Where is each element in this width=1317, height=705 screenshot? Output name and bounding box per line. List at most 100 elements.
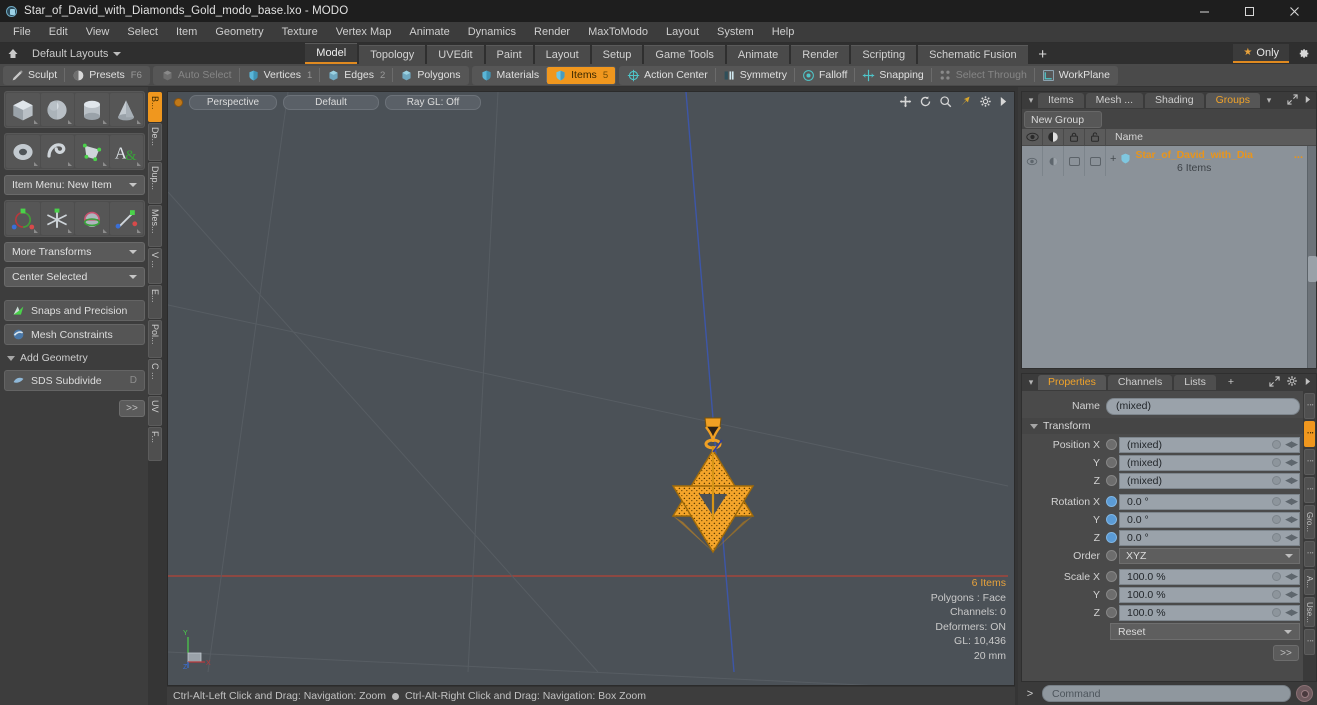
sds-subdivide-button[interactable]: SDS Subdivide D [4,370,145,391]
pstrip-tab-3[interactable]: ⠇ [1304,449,1315,475]
position-y-steppers[interactable]: ◀▶ [1285,457,1298,468]
menu-geometry[interactable]: Geometry [206,22,272,43]
menu-vertex-map[interactable]: Vertex Map [327,22,401,43]
auto-select-button[interactable]: Auto Select [154,67,239,84]
group-list-body[interactable]: + Star_of_David_with_Dia 6 Items ... [1022,146,1317,368]
select-through-button[interactable]: Select Through [932,67,1034,84]
row-render-toggle[interactable] [1043,146,1064,176]
sphere-primitive-icon[interactable] [40,93,74,126]
rotation-x-knob[interactable] [1272,497,1281,506]
more-transforms-dropdown[interactable]: More Transforms [4,242,145,262]
pstrip-tab-4[interactable]: ⠇ [1304,477,1315,503]
rotation-x-field[interactable]: 0.0 ° ◀▶ [1119,493,1300,510]
menu-texture[interactable]: Texture [273,22,327,43]
pstrip-tab-2[interactable]: ⠇ [1304,421,1315,447]
cone-primitive-icon[interactable] [109,93,143,126]
materials-button[interactable]: Materials [473,67,547,84]
scale-x-knob[interactable] [1272,572,1281,581]
pstrip-tab-1[interactable]: ⠇ [1304,393,1315,419]
row-lock-checkbox[interactable] [1064,146,1085,176]
default-layouts-dropdown[interactable]: Default Layouts [26,48,127,60]
vtab-curve[interactable]: C ... [148,359,162,395]
vtab-uv[interactable]: UV [148,396,162,426]
menu-render[interactable]: Render [525,22,579,43]
maximize-button[interactable] [1227,0,1272,22]
raygl-dropdown[interactable]: Ray GL: Off [385,95,481,110]
edges-button[interactable]: Edges 2 [320,67,392,84]
menu-select[interactable]: Select [118,22,167,43]
workplane-button[interactable]: WorkPlane [1035,67,1117,84]
tab-items[interactable]: Items [1038,93,1084,108]
snaps-and-precision-button[interactable]: Snaps and Precision [4,300,145,321]
position-z-knob[interactable] [1272,476,1281,485]
row-name-cell[interactable]: + Star_of_David_with_Dia 6 Items ... [1106,149,1307,174]
new-group-button[interactable]: New Group [1024,111,1102,128]
menu-maxtomodo[interactable]: MaxToModo [579,22,657,43]
mesh-constraints-button[interactable]: Mesh Constraints [4,324,145,345]
tab-model[interactable]: Model [305,43,358,64]
center-selected-dropdown[interactable]: Center Selected [4,267,145,287]
settings-gear-icon[interactable] [1289,47,1317,60]
vtab-mesh-edit[interactable]: Mes... [148,205,162,247]
name-field[interactable]: (mixed) [1106,397,1300,415]
position-y-knob[interactable] [1272,458,1281,467]
home-layout-icon[interactable] [0,43,26,64]
scale-y-knob[interactable] [1272,590,1281,599]
pstrip-tab-groups[interactable]: Gro... [1304,505,1315,539]
panel-options-arrow-icon[interactable] [1304,377,1311,389]
position-x-knob[interactable] [1272,440,1281,449]
rotation-z-radio[interactable] [1106,532,1117,543]
add-geometry-section[interactable]: Add Geometry [4,348,145,368]
row-select-checkbox[interactable] [1085,146,1106,176]
position-z-steppers[interactable]: ◀▶ [1285,475,1298,486]
scale-z-steppers[interactable]: ◀▶ [1285,607,1298,618]
move-tool-icon[interactable] [6,202,40,235]
rotation-x-steppers[interactable]: ◀▶ [1285,496,1298,507]
tab-uvedit[interactable]: UVEdit [427,45,484,64]
menu-animate[interactable]: Animate [400,22,458,43]
menu-help[interactable]: Help [763,22,804,43]
torus-primitive-icon[interactable] [6,135,40,168]
rotate-icon[interactable] [919,95,932,111]
view-mode-dropdown[interactable]: Perspective [189,95,277,110]
rotation-y-steppers[interactable]: ◀▶ [1285,514,1298,525]
tab-properties[interactable]: Properties [1038,375,1106,390]
pstrip-tab-9[interactable]: ⠇ [1304,629,1315,655]
add-tab-button[interactable]: + [1030,45,1056,64]
vtab-duplicate[interactable]: Dup... [148,162,162,204]
pstrip-tab-user[interactable]: Use... [1304,597,1315,627]
sculpt-button[interactable]: Sculpt [4,67,64,84]
gold-arrow-icon[interactable] [959,95,972,111]
tab-game-tools[interactable]: Game Tools [644,45,725,64]
gear-icon[interactable] [1286,375,1298,390]
scale-z-knob[interactable] [1272,608,1281,617]
transform-tool-icon[interactable] [109,202,143,235]
tab-layout[interactable]: Layout [534,45,590,64]
tab-schematic-fusion[interactable]: Schematic Fusion [918,45,1028,64]
presets-button[interactable]: Presets F6 [65,67,149,84]
command-input[interactable]: Command [1042,685,1291,702]
scale-tool-icon[interactable] [75,202,109,235]
rotation-z-knob[interactable] [1272,533,1281,542]
vtab-edge[interactable]: E... [148,285,162,319]
menu-layout[interactable]: Layout [657,22,708,43]
menu-system[interactable]: System [708,22,763,43]
tube-primitive-icon[interactable] [75,135,109,168]
symmetry-button[interactable]: Symmetry [716,67,794,84]
cube-primitive-icon[interactable] [6,93,40,126]
action-center-button[interactable]: Action Center [620,67,715,84]
rotate-tool-icon[interactable] [40,202,74,235]
position-z-radio[interactable] [1106,475,1117,486]
vtab-fusion[interactable]: F... [148,427,162,461]
scale-y-steppers[interactable]: ◀▶ [1285,589,1298,600]
text-primitive-icon[interactable]: A & [109,135,143,168]
gear-icon[interactable] [979,95,992,111]
position-z-field[interactable]: (mixed) ◀▶ [1119,472,1300,489]
position-y-radio[interactable] [1106,457,1117,468]
reset-dropdown[interactable]: Reset [1110,623,1300,640]
3d-viewport[interactable]: Perspective Default Ray GL: Off 6 Items … [167,91,1015,686]
polygons-button[interactable]: Polygons [393,67,467,84]
scale-x-steppers[interactable]: ◀▶ [1285,571,1298,582]
snapping-button[interactable]: Snapping [855,67,930,84]
more-tabs-chevron-icon[interactable]: ▾ [1262,95,1276,106]
